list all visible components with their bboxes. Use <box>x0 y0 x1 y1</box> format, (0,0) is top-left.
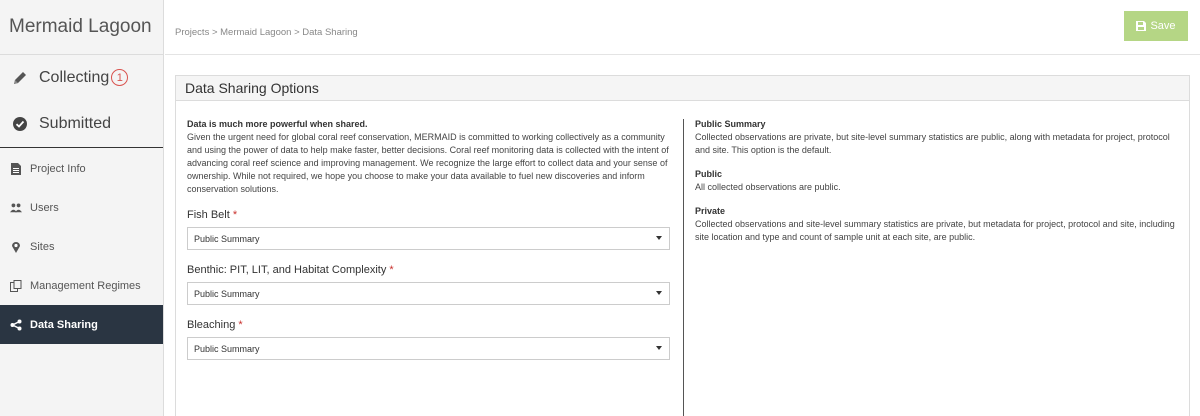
select-value: Public Summary <box>194 288 260 299</box>
document-icon <box>10 162 22 175</box>
sidebar-item-data-sharing[interactable]: Data Sharing <box>0 305 163 344</box>
fish-belt-select[interactable]: Public Summary <box>187 227 670 250</box>
check-circle-icon <box>11 115 29 133</box>
save-button[interactable]: Save <box>1124 11 1188 41</box>
intro-title: Data is much more powerful when shared. <box>187 119 368 129</box>
field-label-text: Benthic: PIT, LIT, and Habitat Complexit… <box>187 264 387 276</box>
sidebar-item-sites[interactable]: Sites <box>0 227 163 266</box>
right-column: Public Summary Collected observations ar… <box>695 118 1180 255</box>
sidebar-item-label: Sites <box>30 240 55 253</box>
panel-title: Data Sharing Options <box>176 76 1189 101</box>
sidebar-divider <box>0 147 163 148</box>
select-value: Public Summary <box>194 233 260 244</box>
caret-down-icon <box>656 346 662 350</box>
option-title: Public <box>695 169 723 179</box>
share-icon <box>10 319 22 331</box>
nav-submitted[interactable]: Submitted <box>0 101 163 146</box>
select-value: Public Summary <box>194 343 260 354</box>
sidebar-item-label: Users <box>30 201 59 214</box>
option-public: Public All collected observations are pu… <box>695 168 1180 194</box>
field-label-text: Fish Belt <box>187 209 230 221</box>
option-text: All collected observations are public. <box>695 182 841 192</box>
left-column: Data is much more powerful when shared. … <box>187 118 673 360</box>
map-marker-icon <box>10 241 22 253</box>
pencil-icon <box>11 69 29 87</box>
intro-text: Given the urgent need for global coral r… <box>187 132 669 194</box>
nav-collecting[interactable]: Collecting 1 <box>0 55 163 100</box>
option-title: Public Summary <box>695 119 766 129</box>
users-icon <box>10 202 22 214</box>
top-bar: Projects > Mermaid Lagoon > Data Sharing… <box>165 0 1200 55</box>
sidebar: Mermaid Lagoon Collecting 1 Submitted Pr… <box>0 0 164 416</box>
save-button-label: Save <box>1150 20 1176 32</box>
option-public-summary: Public Summary Collected observations ar… <box>695 118 1180 157</box>
sidebar-item-label: Management Regimes <box>30 279 141 292</box>
required-marker: * <box>238 319 243 331</box>
project-title: Mermaid Lagoon <box>0 0 163 55</box>
nav-submitted-label: Submitted <box>39 114 112 132</box>
required-marker: * <box>389 264 394 276</box>
caret-down-icon <box>656 291 662 295</box>
nav-collecting-label: Collecting <box>39 68 110 86</box>
column-divider <box>683 119 684 416</box>
sidebar-item-label: Data Sharing <box>30 318 98 331</box>
bleaching-label: Bleaching * <box>187 318 673 332</box>
sidebar-item-project-info[interactable]: Project Info <box>0 149 163 188</box>
breadcrumb: Projects > Mermaid Lagoon > Data Sharing <box>175 27 358 38</box>
copy-icon <box>10 279 22 292</box>
sidebar-item-label: Project Info <box>30 162 86 175</box>
sidebar-item-users[interactable]: Users <box>0 188 163 227</box>
required-marker: * <box>232 209 238 221</box>
option-title: Private <box>695 206 726 216</box>
option-text: Collected observations are private, but … <box>695 132 1170 155</box>
option-text: Collected observations and site-level su… <box>695 219 1175 242</box>
fish-belt-label: Fish Belt * <box>187 208 673 222</box>
floppy-disk-icon <box>1136 21 1147 31</box>
sidebar-item-management-regimes[interactable]: Management Regimes <box>0 266 163 305</box>
field-label-text: Bleaching <box>187 319 236 331</box>
data-sharing-panel: Data Sharing Options Data is much more p… <box>175 75 1190 416</box>
benthic-label: Benthic: PIT, LIT, and Habitat Complexit… <box>187 263 673 277</box>
caret-down-icon <box>656 236 662 240</box>
bleaching-select[interactable]: Public Summary <box>187 337 670 360</box>
option-private: Private Collected observations and site-… <box>695 205 1180 244</box>
collecting-count-badge: 1 <box>111 69 129 86</box>
benthic-select[interactable]: Public Summary <box>187 282 670 305</box>
